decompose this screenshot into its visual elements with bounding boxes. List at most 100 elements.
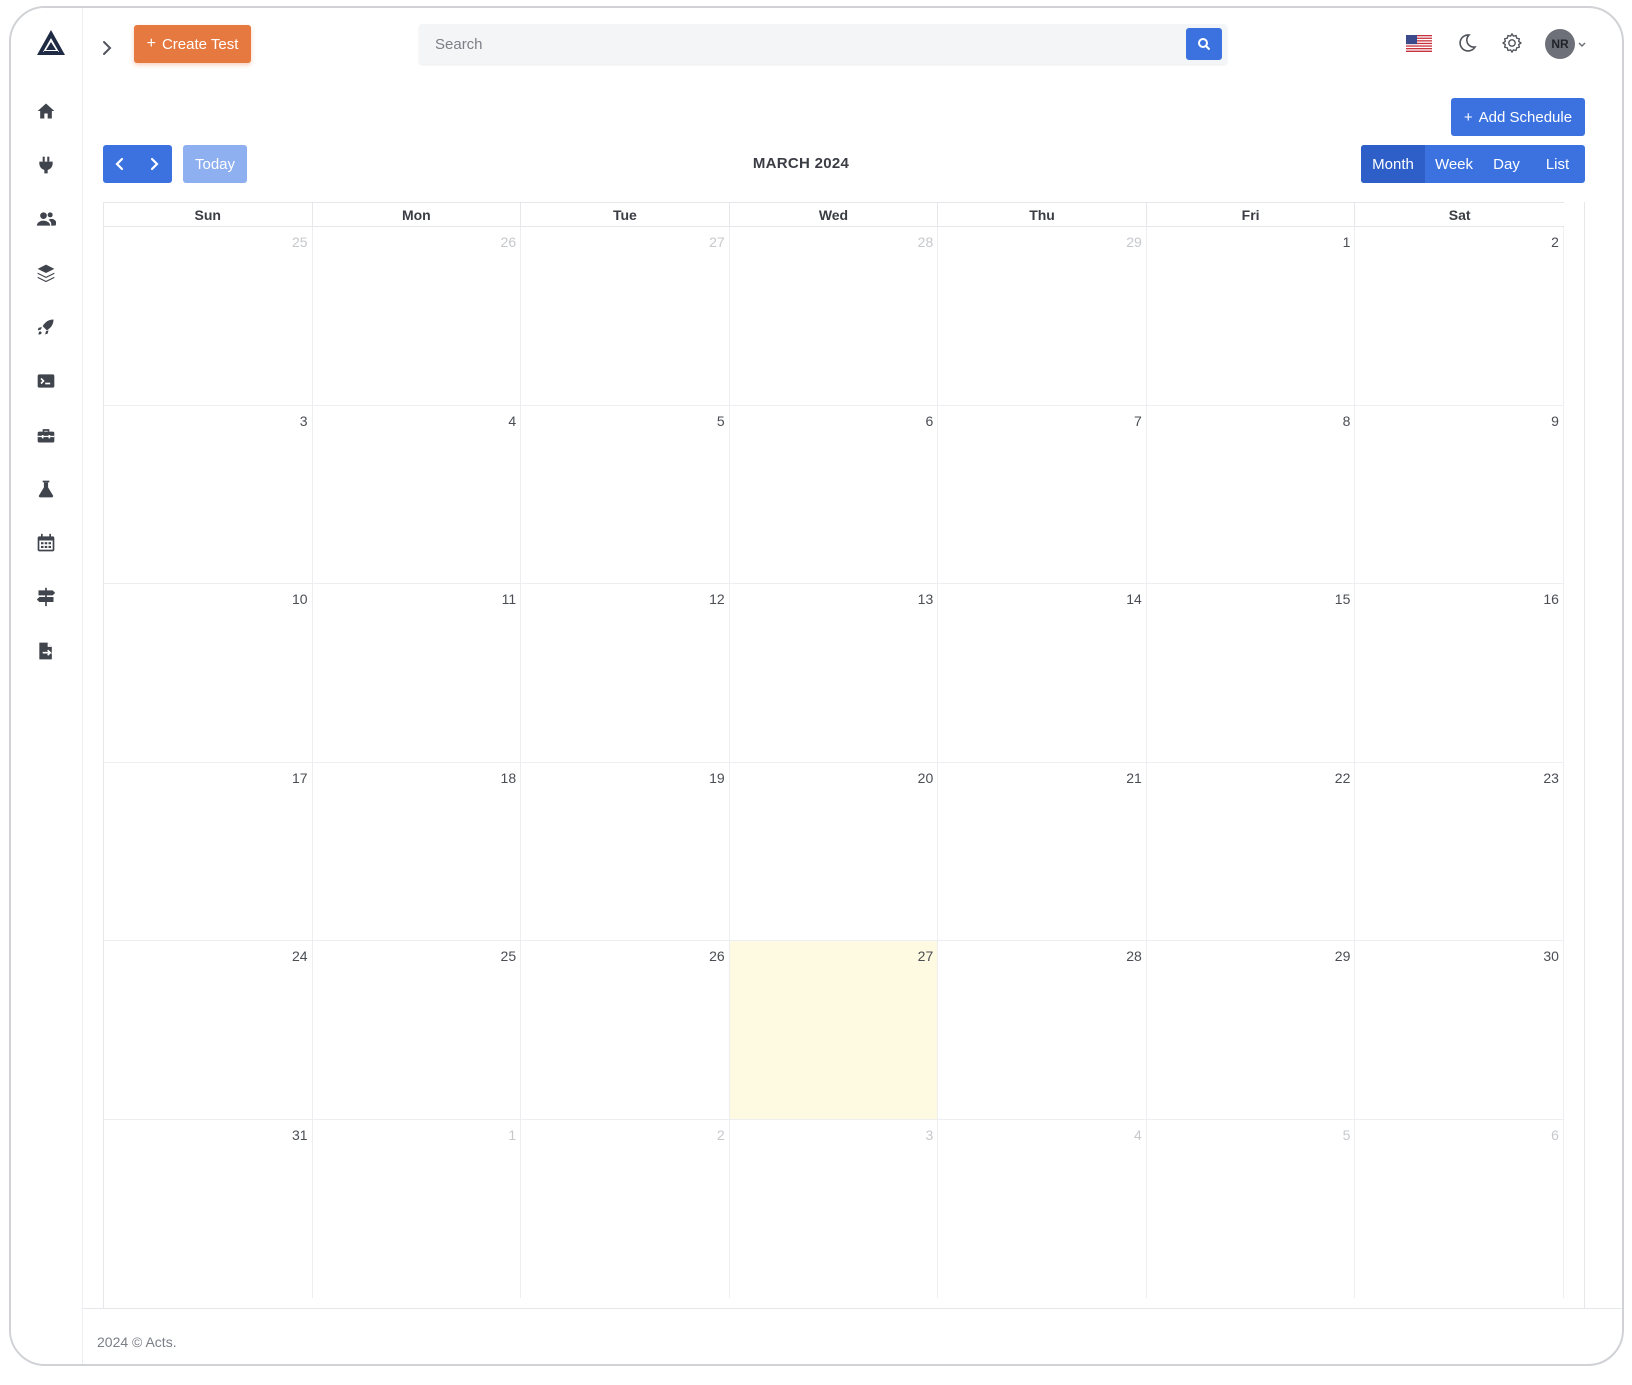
day-number[interactable]: 6 <box>925 413 933 429</box>
us-flag-icon[interactable] <box>1406 35 1432 52</box>
day-cell[interactable]: 25 <box>313 941 522 1119</box>
day-cell[interactable]: 26 <box>521 941 730 1119</box>
day-number[interactable]: 26 <box>709 948 725 964</box>
calendar-icon[interactable] <box>35 532 57 554</box>
search-button[interactable] <box>1186 28 1222 60</box>
day-cell[interactable]: 4 <box>938 1119 1147 1298</box>
day-cell[interactable]: 30 <box>1355 941 1564 1119</box>
day-cell[interactable]: 18 <box>313 762 522 940</box>
day-number[interactable]: 25 <box>501 948 517 964</box>
day-cell[interactable]: 17 <box>104 762 313 940</box>
day-cell[interactable]: 3 <box>104 405 313 583</box>
day-cell[interactable]: 22 <box>1147 762 1356 940</box>
day-number[interactable]: 15 <box>1335 591 1351 607</box>
users-icon[interactable] <box>35 208 57 230</box>
chevron-down-icon[interactable] <box>1577 41 1587 49</box>
day-number[interactable]: 1 <box>1343 234 1351 250</box>
day-number[interactable]: 2 <box>717 1127 725 1143</box>
day-number[interactable]: 7 <box>1134 413 1142 429</box>
day-number[interactable]: 30 <box>1543 948 1559 964</box>
day-cell-today[interactable]: 27 <box>729 941 939 1119</box>
day-cell[interactable]: 10 <box>104 584 313 762</box>
add-schedule-button[interactable]: + Add Schedule <box>1451 98 1585 136</box>
day-number[interactable]: 19 <box>709 770 725 786</box>
view-day-button[interactable]: Day <box>1483 145 1530 183</box>
day-cell[interactable]: 8 <box>1147 405 1356 583</box>
day-number[interactable]: 27 <box>918 948 934 964</box>
day-cell[interactable]: 3 <box>730 1119 939 1298</box>
day-cell[interactable]: 1 <box>313 1119 522 1298</box>
avatar[interactable]: NR <box>1545 29 1575 59</box>
home-icon[interactable] <box>35 100 57 122</box>
day-number[interactable]: 5 <box>1343 1127 1351 1143</box>
flask-icon[interactable] <box>35 478 57 500</box>
day-number[interactable]: 4 <box>1134 1127 1142 1143</box>
day-cell[interactable]: 31 <box>104 1119 313 1298</box>
search-input[interactable] <box>419 24 1179 64</box>
day-cell[interactable]: 4 <box>313 405 522 583</box>
day-cell[interactable]: 6 <box>730 405 939 583</box>
day-cell[interactable]: 20 <box>730 762 939 940</box>
day-cell[interactable]: 12 <box>521 584 730 762</box>
day-cell[interactable]: 2 <box>521 1119 730 1298</box>
day-number[interactable]: 12 <box>709 591 725 607</box>
day-number[interactable]: 31 <box>292 1127 308 1143</box>
day-cell[interactable]: 6 <box>1355 1119 1564 1298</box>
day-number[interactable]: 26 <box>501 234 517 250</box>
day-number[interactable]: 17 <box>292 770 308 786</box>
day-number[interactable]: 14 <box>1126 591 1142 607</box>
day-cell[interactable]: 29 <box>1147 941 1356 1119</box>
day-cell[interactable]: 28 <box>938 941 1147 1119</box>
day-cell[interactable]: 23 <box>1355 762 1564 940</box>
rocket-icon[interactable] <box>35 316 57 338</box>
prev-month-button[interactable] <box>103 145 137 183</box>
day-cell[interactable]: 2 <box>1355 227 1564 405</box>
day-number[interactable]: 5 <box>717 413 725 429</box>
day-number[interactable]: 6 <box>1551 1127 1559 1143</box>
day-number[interactable]: 25 <box>292 234 308 250</box>
day-cell[interactable]: 11 <box>313 584 522 762</box>
day-number[interactable]: 20 <box>918 770 934 786</box>
day-cell[interactable]: 5 <box>521 405 730 583</box>
chevron-right-icon[interactable] <box>99 38 115 58</box>
day-cell[interactable]: 7 <box>938 405 1147 583</box>
day-number[interactable]: 3 <box>300 413 308 429</box>
view-week-button[interactable]: Week <box>1425 145 1483 183</box>
today-button[interactable]: Today <box>183 145 247 183</box>
view-list-button[interactable]: List <box>1530 145 1585 183</box>
toolbox-icon[interactable] <box>35 424 57 446</box>
day-cell[interactable]: 21 <box>938 762 1147 940</box>
day-number[interactable]: 22 <box>1335 770 1351 786</box>
day-number[interactable]: 18 <box>501 770 517 786</box>
layers-icon[interactable] <box>35 262 57 284</box>
gear-icon[interactable] <box>1501 32 1523 54</box>
day-number[interactable]: 2 <box>1551 234 1559 250</box>
day-number[interactable]: 23 <box>1543 770 1559 786</box>
day-number[interactable]: 10 <box>292 591 308 607</box>
file-export-icon[interactable] <box>35 640 57 662</box>
moon-icon[interactable] <box>1456 32 1478 54</box>
day-number[interactable]: 3 <box>925 1127 933 1143</box>
day-number[interactable]: 11 <box>502 591 517 607</box>
day-number[interactable]: 8 <box>1343 413 1351 429</box>
day-cell[interactable]: 19 <box>521 762 730 940</box>
plug-icon[interactable] <box>35 154 57 176</box>
acts-logo[interactable] <box>35 28 67 58</box>
day-number[interactable]: 27 <box>709 234 725 250</box>
day-cell[interactable]: 25 <box>104 227 313 405</box>
day-number[interactable]: 28 <box>918 234 934 250</box>
day-cell[interactable]: 5 <box>1147 1119 1356 1298</box>
day-cell[interactable]: 13 <box>730 584 939 762</box>
day-cell[interactable]: 28 <box>730 227 939 405</box>
signs-icon[interactable] <box>35 586 57 608</box>
day-number[interactable]: 24 <box>292 948 308 964</box>
day-number[interactable]: 9 <box>1551 413 1559 429</box>
view-month-button[interactable]: Month <box>1361 145 1425 183</box>
day-number[interactable]: 21 <box>1126 770 1142 786</box>
day-number[interactable]: 13 <box>918 591 934 607</box>
day-cell[interactable]: 27 <box>521 227 730 405</box>
day-cell[interactable]: 15 <box>1147 584 1356 762</box>
day-number[interactable]: 29 <box>1335 948 1351 964</box>
terminal-icon[interactable] <box>35 370 57 392</box>
day-cell[interactable]: 24 <box>104 941 313 1119</box>
